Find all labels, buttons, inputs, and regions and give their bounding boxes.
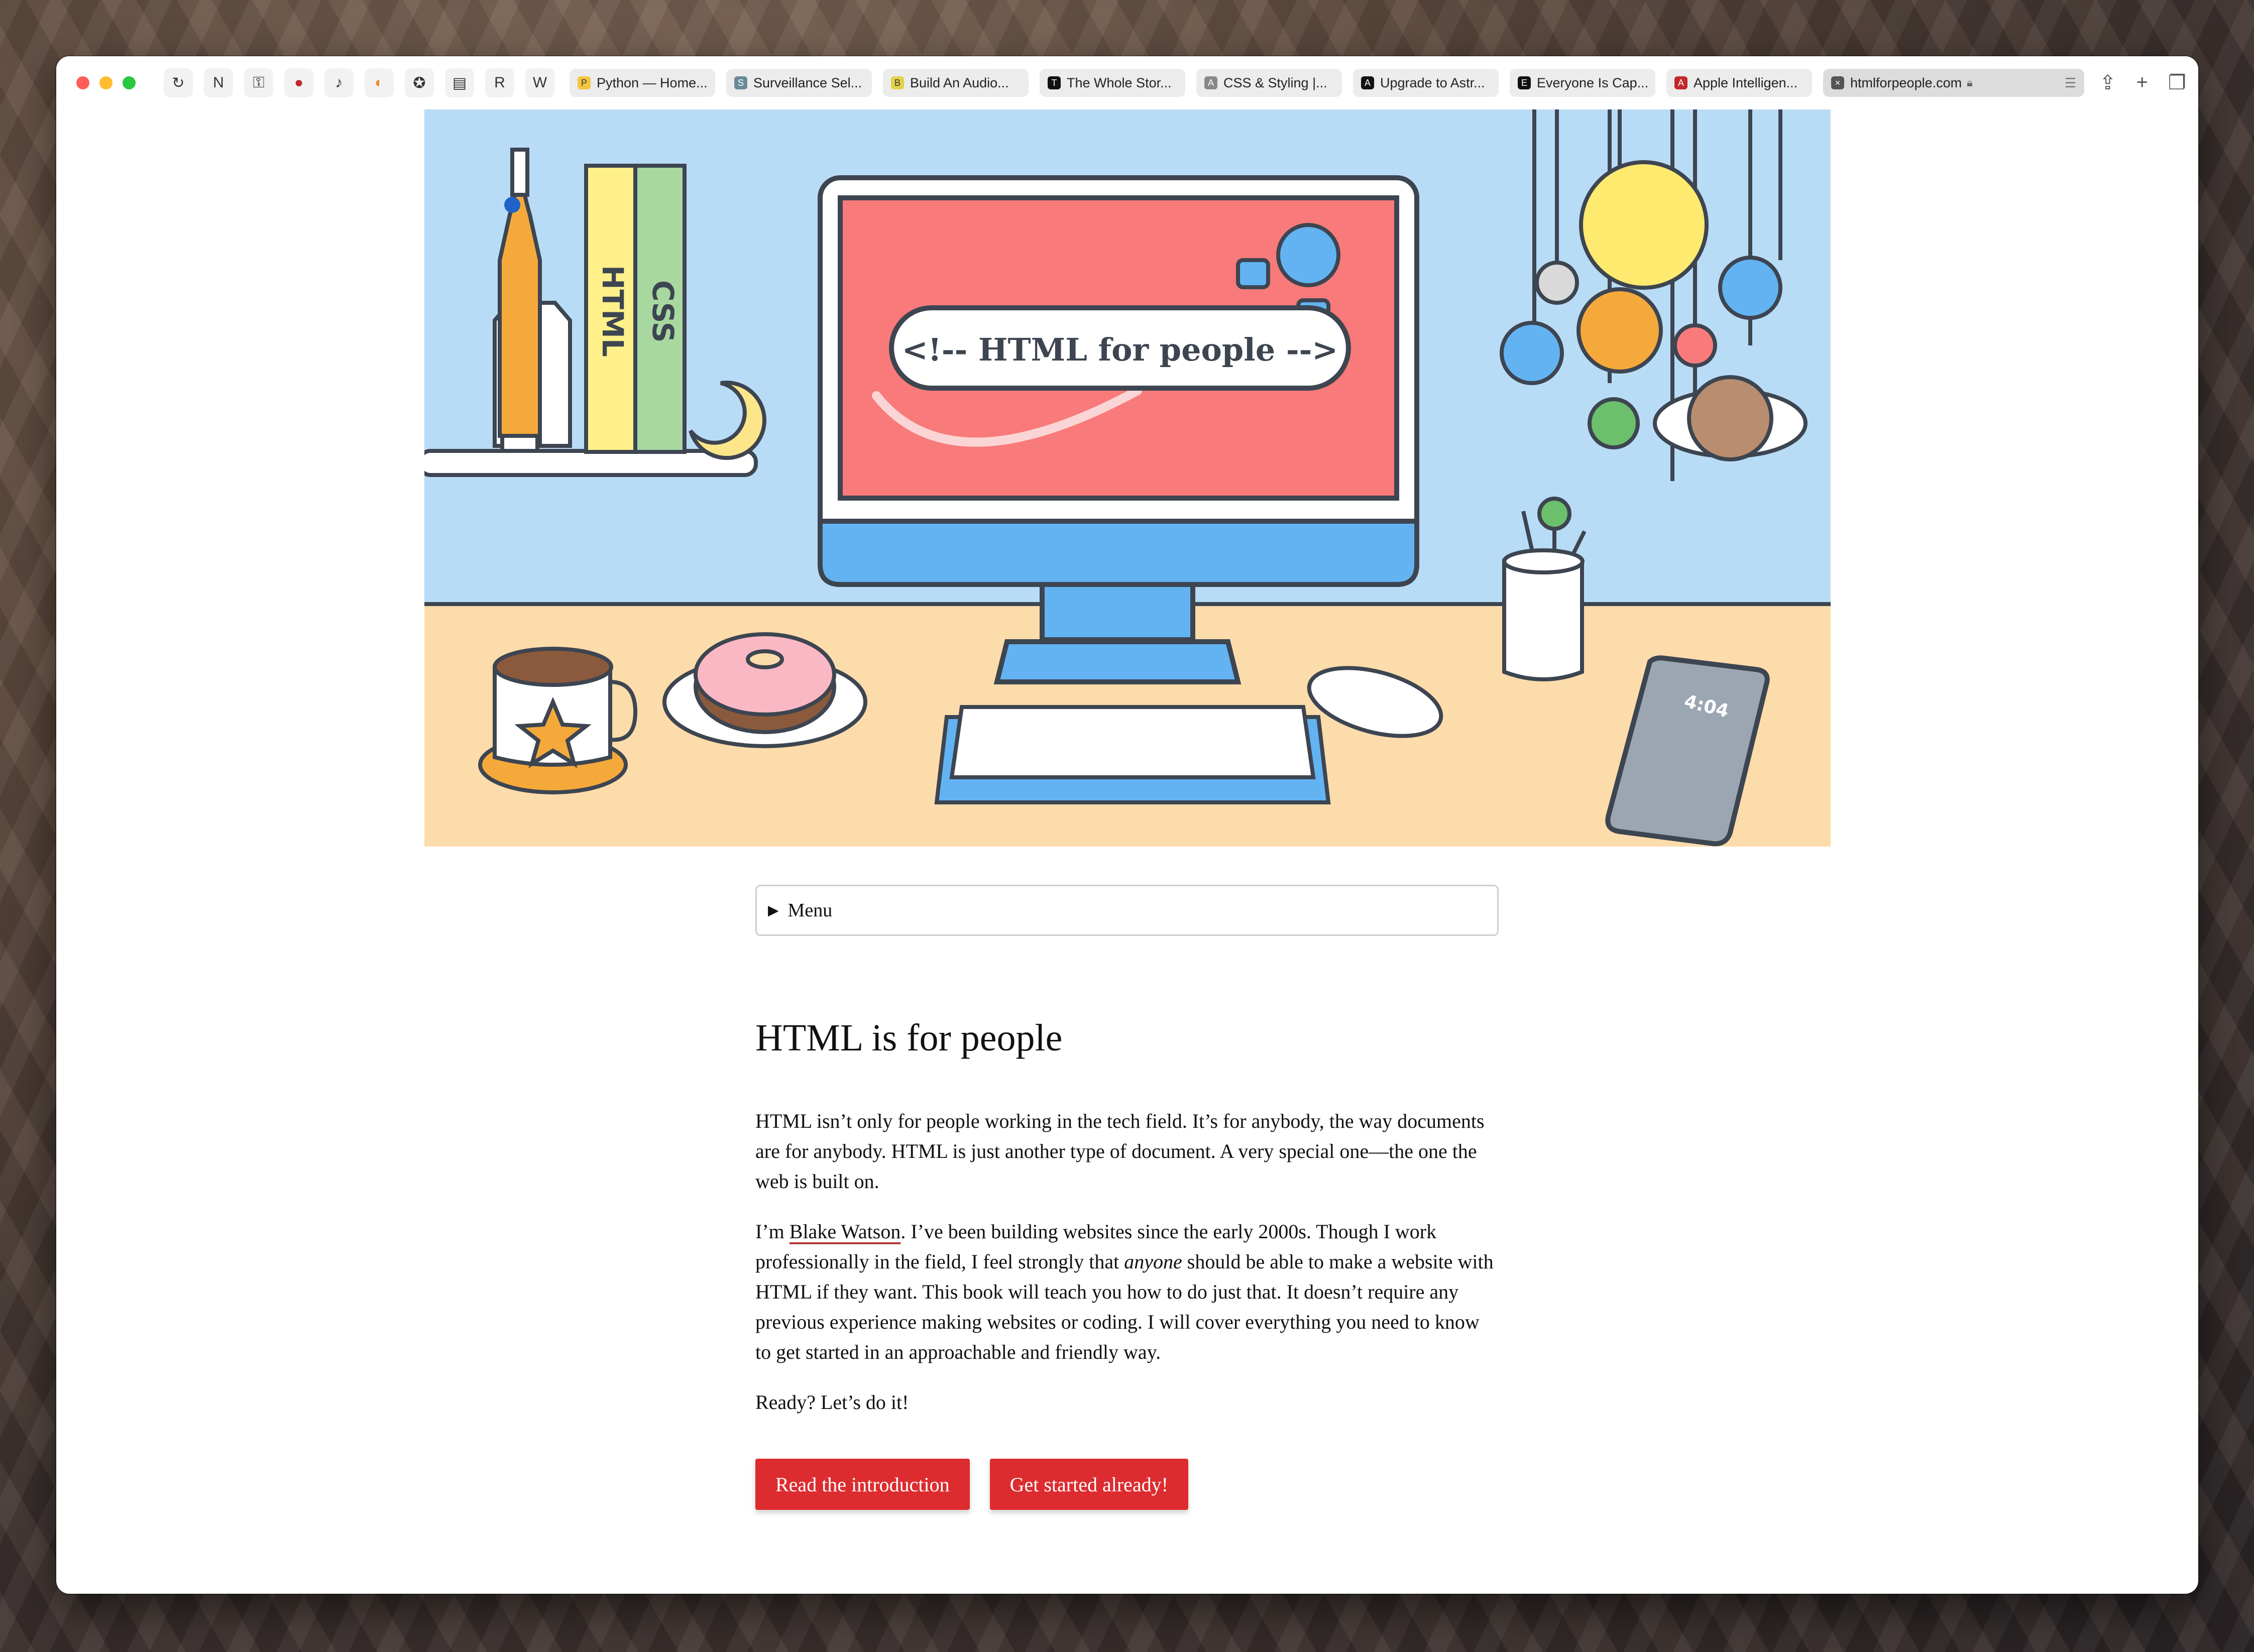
author-link[interactable]: Blake Watson <box>790 1220 901 1243</box>
tab-title: htmlforpeople.com <box>1850 75 1962 90</box>
color-icon: ◐ <box>374 74 384 91</box>
shelf <box>424 449 758 477</box>
tab[interactable]: A Upgrade to Astr... <box>1353 69 1499 97</box>
record-icon: ● <box>294 74 304 91</box>
favicon-icon: T <box>1048 76 1061 89</box>
window-controls <box>76 76 136 89</box>
pinned-tab[interactable]: ◐ <box>365 68 394 97</box>
tab-title: Upgrade to Astr... <box>1380 75 1485 90</box>
book-html-label: HTML <box>596 265 630 357</box>
new-tab-icon[interactable]: + <box>2136 71 2148 94</box>
share-icon[interactable]: ⇪ <box>2099 71 2116 94</box>
notion-icon: N <box>213 74 224 91</box>
banner-text: <!-- HTML for people --> <box>902 331 1338 368</box>
close-window-button[interactable] <box>76 76 89 89</box>
pinned-tab[interactable]: ↻ <box>164 68 193 97</box>
w-icon: W <box>532 74 547 91</box>
coffee-mug <box>478 647 638 794</box>
minimize-window-button[interactable] <box>99 76 112 89</box>
pinned-tab[interactable]: ♪ <box>324 68 354 97</box>
intro-paragraph: HTML isn’t only for people working in th… <box>755 1110 1485 1193</box>
tab[interactable]: B Build An Audio... <box>883 69 1029 97</box>
favicon-icon: S <box>734 76 747 89</box>
page-title: HTML is for people <box>755 1017 1063 1059</box>
menu-label: Menu <box>787 900 833 921</box>
pinned-tab[interactable]: R <box>485 68 514 97</box>
author-text-before: I’m <box>755 1220 790 1243</box>
pinned-tab[interactable]: ⚿ <box>244 68 273 97</box>
main-content: ▶ Menu HTML is for people HTML isn’t onl… <box>755 885 1500 1510</box>
pinned-tab[interactable]: ▤ <box>445 68 474 97</box>
favicon-icon: P <box>578 76 591 89</box>
pinned-tabs: ↻ N ⚿ ● ♪ ◐ ✪ ▤ R W <box>164 68 554 97</box>
books: HTML CSS <box>584 164 687 454</box>
menu-disclosure[interactable]: ▶ Menu <box>755 885 1499 936</box>
podcast-icon: ♪ <box>335 74 343 91</box>
refresh-icon: ↻ <box>172 74 185 91</box>
tab[interactable]: T The Whole Stor... <box>1040 69 1185 97</box>
hero-illustration: HTML CSS <!-- HTML for people --> 4:04 <box>424 109 1831 847</box>
tab-overview-icon[interactable]: ❐ <box>2168 71 2186 94</box>
favicon-icon: B <box>891 76 904 89</box>
maximize-window-button[interactable] <box>123 76 136 89</box>
book-css-label: CSS <box>646 280 680 343</box>
tab-strip: P Python — Home... S Surveillance Sel... B… <box>570 69 2084 97</box>
read-introduction-button[interactable]: Read the introduction <box>755 1459 970 1510</box>
r-icon: R <box>494 74 505 91</box>
favicon-icon: × <box>1831 76 1844 89</box>
reader-icon[interactable]: ☰ <box>2065 75 2076 91</box>
tab-title: The Whole Stor... <box>1067 75 1172 90</box>
tab-title: Surveillance Sel... <box>753 75 862 90</box>
tab-title: CSS & Styling |... <box>1223 75 1327 90</box>
favicon-icon: A <box>1674 76 1687 89</box>
pinned-tab[interactable]: ● <box>284 68 313 97</box>
tab-title: Everyone Is Cap... <box>1537 75 1649 90</box>
news-icon: ▤ <box>452 74 467 91</box>
pinned-tab[interactable]: W <box>525 68 554 97</box>
browser-toolbar: ↻ N ⚿ ● ♪ ◐ ✪ ▤ R W P Python — Home... SS… <box>56 56 2198 109</box>
tab-title: Python — Home... <box>597 75 708 90</box>
browser-window: ↻ N ⚿ ● ♪ ◐ ✪ ▤ R W P Python — Home... SS… <box>56 56 2198 1594</box>
tab[interactable]: S Surveillance Sel... <box>726 69 872 97</box>
favicon-icon: E <box>1518 76 1531 89</box>
ready-paragraph: Ready? Let’s do it! <box>755 1391 909 1413</box>
tab[interactable]: E Everyone Is Cap... <box>1510 69 1655 97</box>
star-icon: ✪ <box>413 74 426 91</box>
favicon-icon: A <box>1204 76 1217 89</box>
pinned-tab[interactable]: ✪ <box>405 68 434 97</box>
author-paragraph: I’m Blake Watson. I’ve been building web… <box>755 1217 1500 1367</box>
keyboard <box>934 705 1331 804</box>
tab-title: Apple Intelligen... <box>1694 75 1798 90</box>
toolbar-actions: ⇪ + ❐ <box>2099 71 2186 94</box>
tab[interactable]: A Apple Intelligen... <box>1666 69 1812 97</box>
tab-title: Build An Audio... <box>910 75 1009 90</box>
pinned-tab[interactable]: N <box>204 68 233 97</box>
emphasis-text: anyone <box>1124 1250 1182 1273</box>
cta-buttons: Read the introduction Get started alread… <box>755 1459 1500 1510</box>
tab[interactable]: P Python — Home... <box>570 69 715 97</box>
active-tab[interactable]: × htmlforpeople.com 🔒︎ ☰ <box>1823 69 2084 97</box>
disclosure-triangle-icon: ▶ <box>768 903 779 918</box>
favicon-icon: A <box>1361 76 1374 89</box>
password-icon: ⚿ <box>253 74 265 91</box>
lock-icon: 🔒︎ <box>1967 76 1973 89</box>
tab[interactable]: A CSS & Styling |... <box>1196 69 1342 97</box>
get-started-button[interactable]: Get started already! <box>989 1459 1188 1510</box>
